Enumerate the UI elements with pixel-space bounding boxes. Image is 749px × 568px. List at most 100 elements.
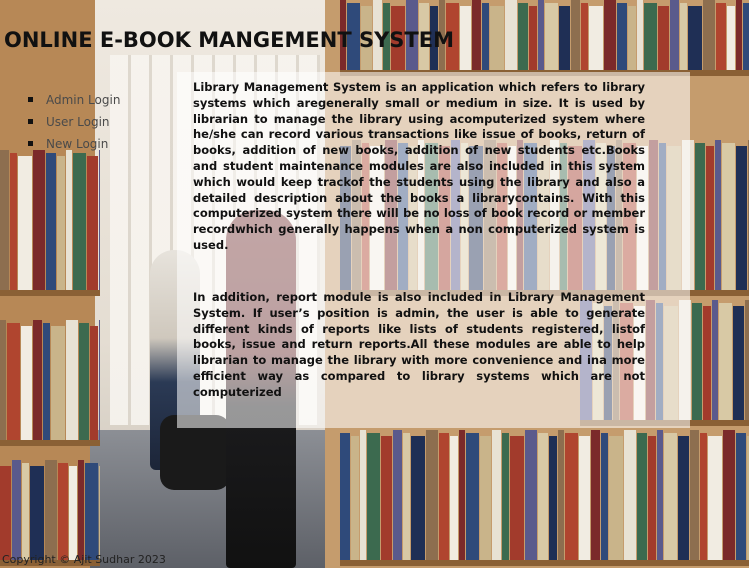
book-spine bbox=[601, 433, 608, 560]
book-spine bbox=[723, 430, 735, 560]
book-spine bbox=[628, 6, 636, 70]
book-spine bbox=[558, 430, 564, 560]
book-spine bbox=[439, 433, 449, 560]
book-spine bbox=[678, 436, 689, 560]
book-spine bbox=[340, 433, 350, 560]
book-spine bbox=[538, 433, 548, 560]
book-spine bbox=[459, 430, 465, 560]
book-spine bbox=[45, 460, 57, 560]
book-spine bbox=[695, 143, 705, 290]
book-spine bbox=[589, 6, 603, 70]
book-spine bbox=[460, 6, 471, 70]
book-spine bbox=[581, 3, 588, 70]
book-spine bbox=[722, 143, 735, 290]
book-spine bbox=[510, 436, 524, 560]
book-spine bbox=[73, 153, 86, 290]
book-spine bbox=[708, 436, 722, 560]
book-spine bbox=[624, 430, 636, 560]
book-spine bbox=[90, 326, 98, 440]
book-spine bbox=[66, 320, 78, 440]
book-spine bbox=[680, 3, 687, 70]
book-spine bbox=[22, 463, 29, 560]
description-panel: Library Management System is an applicat… bbox=[177, 72, 690, 428]
book-spine bbox=[688, 6, 702, 70]
book-spine bbox=[549, 436, 557, 560]
book-spine bbox=[644, 3, 657, 70]
book-spine bbox=[604, 0, 616, 70]
report-module-paragraph: In addition, report module is also inclu… bbox=[193, 290, 645, 399]
book-spine bbox=[472, 0, 481, 70]
book-spine bbox=[525, 430, 537, 560]
shelf-board bbox=[0, 440, 100, 446]
book-spine bbox=[57, 156, 65, 290]
book-spine bbox=[21, 326, 32, 440]
book-spine bbox=[719, 303, 732, 420]
book-spine bbox=[351, 436, 359, 560]
book-spine bbox=[637, 433, 647, 560]
book-spine bbox=[617, 3, 627, 70]
book-spine bbox=[712, 300, 718, 420]
book-spine bbox=[715, 140, 721, 290]
book-spine bbox=[733, 306, 744, 420]
book-spine bbox=[360, 430, 366, 560]
book-spine bbox=[664, 433, 677, 560]
page-title: ONLINE E-BOOK MANGEMENT SYSTEM bbox=[4, 28, 454, 52]
book-spine bbox=[736, 146, 747, 290]
book-spine bbox=[716, 3, 726, 70]
book-spine bbox=[0, 320, 6, 440]
book-spine bbox=[7, 323, 20, 440]
bullet-icon bbox=[28, 141, 33, 146]
bullet-icon bbox=[28, 97, 33, 102]
book-spine bbox=[565, 433, 578, 560]
book-spine bbox=[46, 153, 56, 290]
book-spine bbox=[559, 6, 570, 70]
book-spine bbox=[692, 303, 702, 420]
book-spine bbox=[33, 150, 45, 290]
book-spine bbox=[51, 326, 65, 440]
book-spine bbox=[505, 0, 517, 70]
book-spine bbox=[367, 433, 380, 560]
book-spine bbox=[85, 463, 98, 560]
book-spine bbox=[591, 430, 600, 560]
book-spine bbox=[79, 323, 89, 440]
book-spine bbox=[538, 0, 544, 70]
book-spine bbox=[736, 0, 742, 70]
book-spine bbox=[727, 6, 735, 70]
book-spine bbox=[700, 433, 707, 560]
book-spine bbox=[99, 320, 100, 440]
book-spine bbox=[637, 0, 643, 70]
book-spine bbox=[466, 433, 479, 560]
book-spine bbox=[502, 433, 509, 560]
book-spine bbox=[33, 320, 42, 440]
book-spine bbox=[43, 323, 50, 440]
book-spine bbox=[393, 430, 402, 560]
book-spine bbox=[403, 433, 410, 560]
book-spine bbox=[69, 466, 77, 560]
book-spine bbox=[0, 466, 11, 560]
book-spine bbox=[518, 3, 528, 70]
book-spine bbox=[87, 156, 98, 290]
book-spine bbox=[99, 466, 100, 560]
book-spine bbox=[703, 0, 715, 70]
book-spine bbox=[411, 436, 425, 560]
book-spine bbox=[745, 300, 749, 420]
book-spine bbox=[648, 436, 656, 560]
user-login-link[interactable]: User Login bbox=[46, 114, 110, 130]
book-spine bbox=[743, 3, 749, 70]
book-spine bbox=[12, 460, 21, 560]
book-spine bbox=[657, 430, 663, 560]
book-spine bbox=[480, 436, 491, 560]
admin-login-link[interactable]: Admin Login bbox=[46, 92, 120, 108]
book-spine bbox=[450, 436, 458, 560]
book-spine bbox=[492, 430, 501, 560]
book-spine bbox=[78, 460, 84, 560]
book-spine bbox=[30, 466, 44, 560]
book-spine bbox=[0, 150, 9, 290]
book-spine bbox=[58, 463, 68, 560]
book-spine bbox=[690, 430, 699, 560]
book-spine bbox=[529, 6, 537, 70]
new-login-link[interactable]: New Login bbox=[46, 136, 108, 152]
book-spine bbox=[736, 433, 746, 560]
book-spine bbox=[99, 150, 100, 290]
book-spine bbox=[18, 156, 32, 290]
